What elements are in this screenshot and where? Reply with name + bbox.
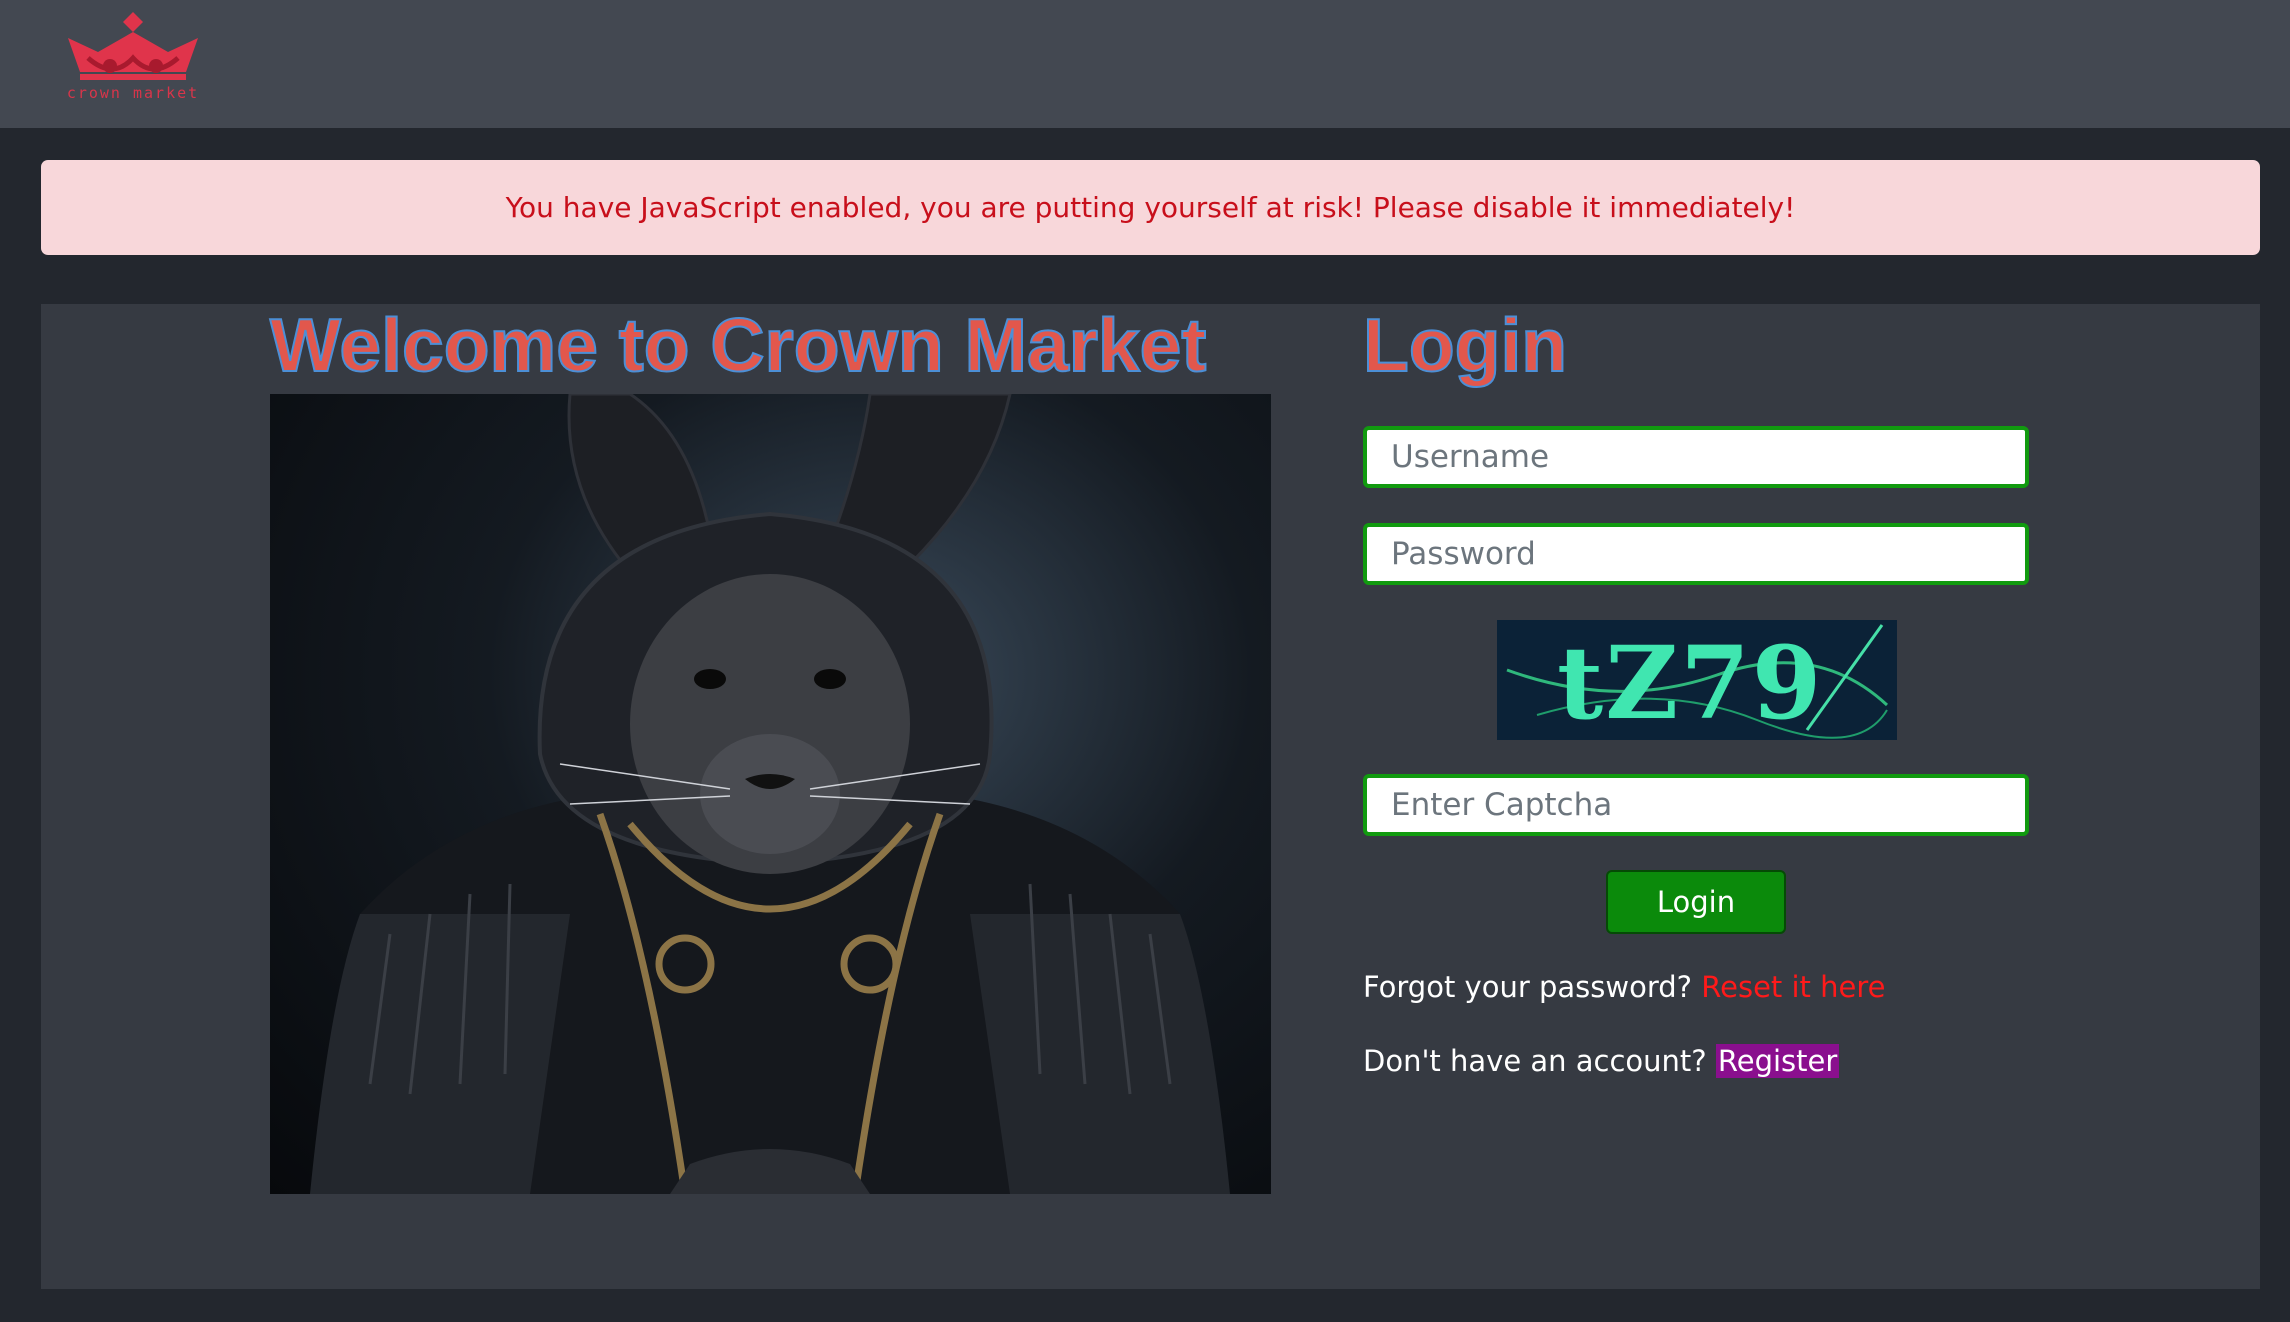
navbar: crown market	[0, 0, 2290, 128]
forgot-password-prompt: Forgot your password?	[1363, 970, 1693, 1004]
brand-logo[interactable]: crown market	[58, 10, 208, 105]
register-prompt: Don't have an account?	[1363, 1044, 1707, 1078]
hero-image	[270, 394, 1271, 1194]
captcha-input[interactable]	[1363, 774, 2029, 836]
captcha-text: tZ79	[1557, 624, 1823, 740]
forgot-password-line: Forgot your password? Reset it here	[1363, 970, 1886, 1004]
reset-password-link[interactable]: Reset it here	[1701, 970, 1885, 1004]
hooded-rabbit-illustration	[310, 394, 1230, 1194]
brand-logo-text: crown market	[66, 84, 200, 102]
captcha-image: tZ79	[1497, 620, 1897, 740]
alert-message: You have JavaScript enabled, you are put…	[505, 191, 1796, 224]
crown-icon	[68, 12, 198, 80]
username-input[interactable]	[1363, 426, 2029, 488]
register-link[interactable]: Register	[1715, 1044, 1840, 1078]
login-button[interactable]: Login	[1606, 870, 1786, 934]
password-input[interactable]	[1363, 523, 2029, 585]
javascript-warning-alert: You have JavaScript enabled, you are put…	[41, 160, 2260, 255]
login-title: Login	[1362, 302, 1568, 388]
register-line: Don't have an account? Register	[1363, 1044, 1840, 1078]
welcome-title: Welcome to Crown Market	[269, 302, 1207, 388]
